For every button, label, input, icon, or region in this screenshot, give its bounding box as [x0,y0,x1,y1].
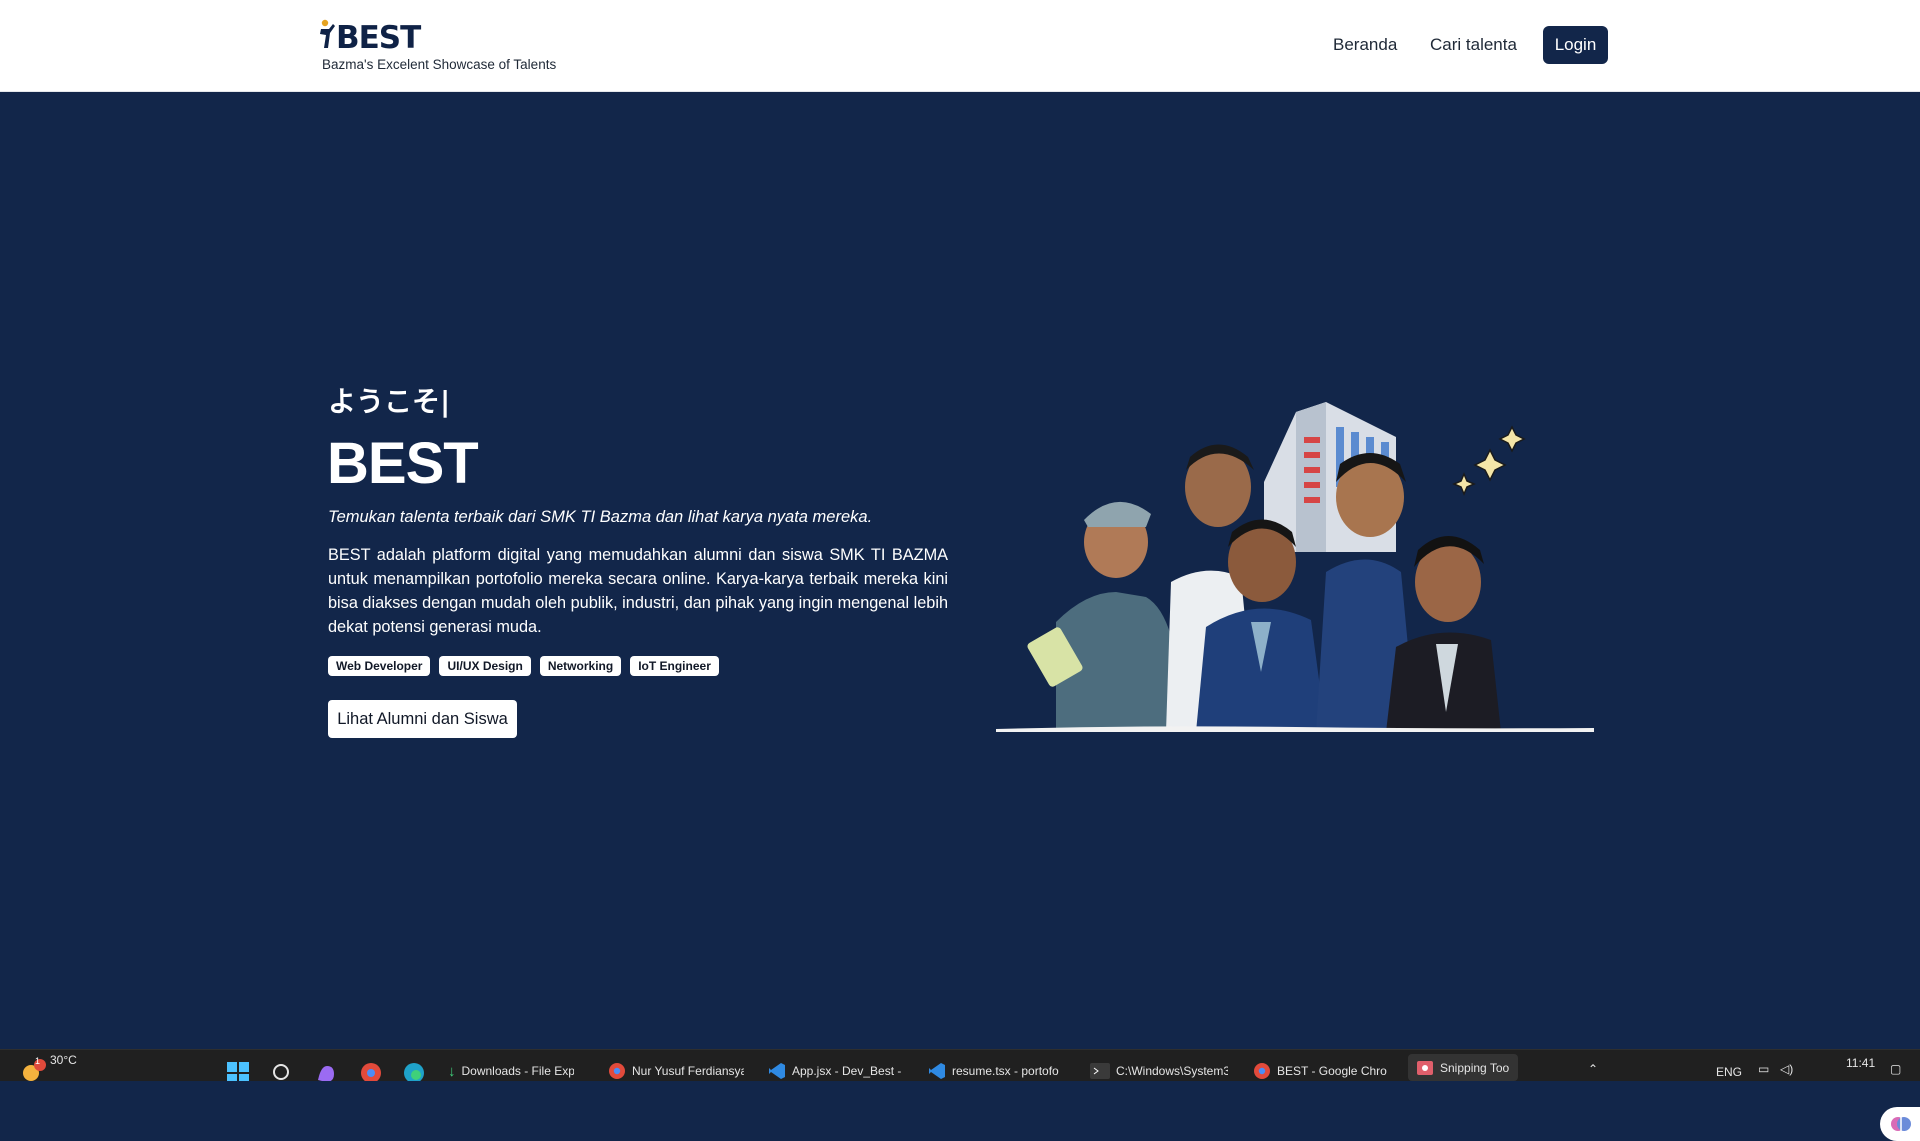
hero-title: BEST [327,431,479,496]
notification-icon[interactable]: ▢ [1890,1062,1901,1076]
tray-clock[interactable]: 11:41 [1846,1056,1875,1070]
chrome-profile-icon [609,1063,625,1079]
windows-taskbar: 1 30°C ↓ Downloads - File Exp Nur Yusuf … [0,1049,1920,1081]
login-button[interactable]: Login [1543,26,1608,64]
download-arrow-icon: ↓ [448,1062,456,1080]
floating-assistant-button[interactable] [1880,1107,1920,1141]
tray-language[interactable]: ENG [1716,1065,1742,1079]
nav-search-talent-link[interactable]: Cari talenta [1430,35,1517,55]
taskbar-app-vscode-1[interactable]: App.jsx - Dev_Best - [768,1060,904,1081]
hero-greeting: ようこそ| [328,385,451,418]
chrome-icon[interactable] [360,1062,382,1081]
taskbar-app-file-explorer[interactable]: ↓ Downloads - File Exp [448,1060,574,1081]
taskbar-app-vscode-2[interactable]: resume.tsx - portofo [928,1060,1064,1081]
student-figures [1027,444,1501,732]
hero-description: BEST adalah platform digital yang memuda… [328,546,949,636]
students-illustration [996,402,1594,732]
snipping-tool-icon [1417,1060,1433,1075]
hero-subtitle: Temukan talenta terbaik dari SMK TI Bazm… [328,508,873,526]
weather-sun-icon [23,1058,46,1081]
search-icon[interactable] [272,1063,292,1081]
skill-tag: Networking [539,656,622,676]
vscode-icon [769,1063,785,1079]
weather-badge: 1 [35,1056,41,1066]
logo-tagline: Bazma's Excelent Showcase of Talents [322,57,557,72]
weather-widget[interactable]: 1 30°C [20,1050,77,1081]
terminal-icon [1090,1063,1110,1079]
edge-icon[interactable] [403,1062,425,1081]
windows-start-icon[interactable] [227,1062,249,1081]
chrome-icon [1254,1063,1270,1079]
tray-volume-icon[interactable]: ◁) [1780,1062,1793,1076]
skill-tags: Web Developer UI/UX Design Networking Io… [328,656,719,676]
nav-home-link[interactable]: Beranda [1333,35,1397,55]
weather-temp: 30°C [50,1052,77,1067]
brain-icon [1891,1117,1911,1131]
taskbar-app-terminal[interactable]: C:\Windows\System3 [1090,1060,1228,1081]
vscode-icon [929,1063,945,1079]
taskbar-app-best-chrome[interactable]: BEST - Google Chro [1253,1060,1389,1081]
skill-tag: UI/UX Design [439,656,531,676]
logo-text: BEST [336,20,421,56]
hero-section: ようこそ| BEST Temukan talenta terbaik dari … [0,92,1920,1141]
skill-tag: IoT Engineer [630,656,719,676]
tray-network-icon[interactable]: ▭ [1758,1062,1769,1076]
copilot-icon[interactable] [315,1062,337,1081]
taskbar-app-snipping-tool[interactable]: Snipping Too [1408,1054,1518,1081]
sparkle-icon [1452,425,1526,496]
view-alumni-button[interactable]: Lihat Alumni dan Siswa [328,700,517,738]
skill-tag: Web Developer [328,656,431,676]
tray-chevron-icon[interactable]: ⌃ [1588,1062,1598,1076]
taskbar-app-chrome-profile[interactable]: Nur Yusuf Ferdiansya [608,1060,744,1081]
site-header: BEST Bazma's Excelent Showcase of Talent… [0,0,1920,92]
